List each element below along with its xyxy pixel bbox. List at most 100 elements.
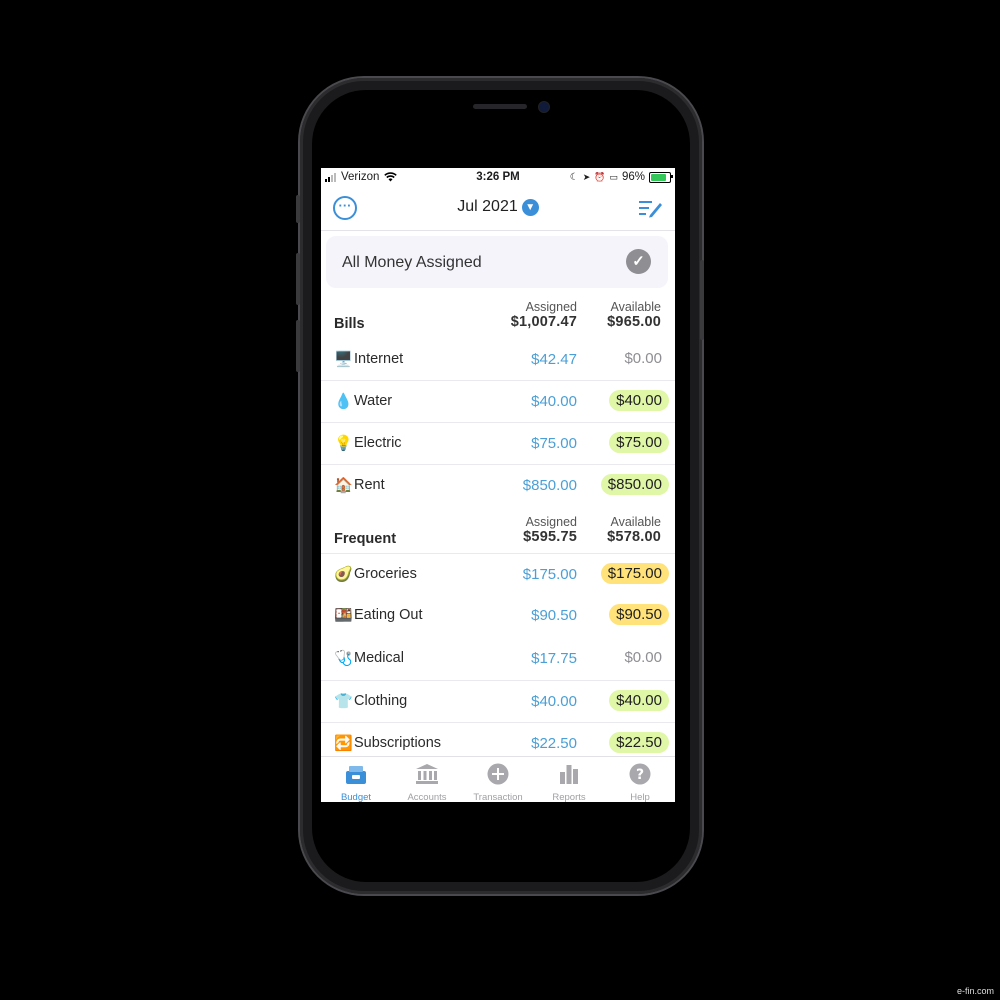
category-name: Electric: [354, 435, 402, 451]
tab-label: Accounts: [407, 792, 447, 802]
svg-text:?: ?: [636, 767, 644, 783]
tab-label: Transaction: [473, 792, 523, 802]
month-selector[interactable]: Jul 2021 ▼: [321, 198, 675, 216]
bar-chart-icon: [560, 765, 578, 784]
status-right: ☾ ➤ ⏰ ▭ 96%: [569, 171, 673, 183]
house-icon: 🏠: [334, 477, 353, 494]
available-amount: $40.00: [609, 690, 669, 711]
mute-switch: [296, 195, 300, 223]
tab-label: Budget: [340, 792, 372, 802]
earpiece-speaker: [473, 104, 527, 109]
shirt-icon: 👕: [334, 693, 353, 710]
group-available-total: Available $578.00: [607, 515, 661, 545]
category-row-eating-out[interactable]: 🍱 Eating Out $90.50 $90.50: [321, 595, 675, 637]
watermark: e-fin.com: [956, 986, 994, 996]
edit-list-icon[interactable]: [637, 198, 663, 218]
volume-up-button: [296, 253, 300, 305]
lightbulb-icon: 💡: [334, 435, 353, 452]
category-name: Groceries: [354, 566, 417, 582]
category-name: Internet: [354, 351, 404, 367]
available-total: $965.00: [607, 314, 661, 330]
power-button: [700, 260, 704, 340]
battery-icon: [649, 171, 673, 183]
tab-accounts[interactable]: Accounts: [392, 757, 462, 802]
status-bar: Verizon 3:26 PM ☾ ➤ ⏰ ▭ 96%: [321, 168, 675, 188]
assigned-amount[interactable]: $17.75: [531, 650, 577, 667]
checkmark-icon: ✓: [626, 249, 651, 274]
category-name: Eating Out: [354, 607, 423, 623]
assigned-amount[interactable]: $850.00: [523, 477, 577, 494]
droplet-icon: 💧: [334, 393, 353, 410]
plus-circle-icon: [487, 763, 509, 785]
group-assigned-total: Assigned $595.75: [523, 515, 577, 545]
group-title: Bills: [334, 316, 365, 332]
tab-label: Help: [630, 792, 650, 802]
battery-percent: 96%: [621, 171, 645, 183]
assigned-label: Assigned: [525, 300, 577, 314]
available-amount: $175.00: [600, 563, 669, 584]
bento-box-icon: 🍱: [334, 607, 353, 624]
tab-label: Reports: [552, 792, 586, 802]
app-screen: Verizon 3:26 PM ☾ ➤ ⏰ ▭ 96% ··· Jul 2021…: [321, 168, 675, 802]
assigned-amount[interactable]: $22.50: [531, 735, 577, 752]
tab-reports[interactable]: Reports: [534, 757, 604, 802]
category-name: Rent: [354, 477, 385, 493]
location-icon: ➤: [582, 171, 591, 182]
group-assigned-total: Assigned $1,007.47: [511, 300, 577, 330]
group-available-total: Available $965.00: [607, 300, 661, 330]
assigned-label: Assigned: [525, 515, 577, 529]
tab-budget[interactable]: Budget: [321, 757, 391, 802]
available-amount: $22.50: [609, 732, 669, 753]
category-name: Medical: [354, 650, 404, 666]
category-row-water[interactable]: 💧 Water $40.00 $40.00: [321, 380, 675, 423]
assigned-amount[interactable]: $175.00: [523, 566, 577, 583]
category-row-internet[interactable]: 🖥️ Internet $42.47 $0.00: [321, 339, 675, 381]
group-header-frequent[interactable]: Frequent Assigned $595.75 Available $578…: [321, 511, 675, 555]
category-row-rent[interactable]: 🏠 Rent $850.00 $850.00: [321, 464, 675, 507]
category-name: Subscriptions: [354, 735, 442, 751]
banner-text: All Money Assigned: [342, 254, 482, 271]
available-amount: $0.00: [624, 649, 662, 666]
moon-icon: ☾: [569, 171, 579, 183]
assigned-amount[interactable]: $40.00: [531, 693, 577, 710]
available-total: $578.00: [607, 529, 661, 545]
computer-icon: 🖥️: [334, 351, 353, 368]
assigned-total: $595.75: [523, 529, 577, 545]
available-amount: $850.00: [600, 474, 669, 495]
assigned-amount[interactable]: $40.00: [531, 393, 577, 410]
volume-down-button: [296, 320, 300, 372]
money-assigned-banner[interactable]: All Money Assigned ✓: [326, 236, 668, 288]
category-name: Water: [354, 393, 393, 409]
month-label: Jul 2021: [457, 198, 518, 215]
group-header-bills[interactable]: Bills Assigned $1,007.47 Available $965.…: [321, 296, 675, 340]
tab-help[interactable]: ? Help: [605, 757, 675, 802]
avocado-icon: 🥑: [334, 566, 353, 583]
budget-icon: [346, 766, 366, 784]
group-title: Frequent: [334, 531, 397, 547]
assigned-amount[interactable]: $75.00: [531, 435, 577, 452]
category-row-medical[interactable]: 🩺 Medical $17.75 $0.00: [321, 638, 675, 680]
screen-mirror-icon: ▭: [609, 171, 618, 182]
category-row-clothing[interactable]: 👕 Clothing $40.00 $40.00: [321, 680, 675, 723]
category-row-electric[interactable]: 💡 Electric $75.00 $75.00: [321, 422, 675, 465]
available-amount: $40.00: [609, 390, 669, 411]
alarm-icon: ⏰: [594, 171, 606, 182]
tab-bar: Budget Accounts Transaction Reports ? He…: [321, 756, 675, 802]
assigned-amount[interactable]: $42.47: [531, 351, 577, 368]
available-label: Available: [610, 515, 661, 529]
bank-icon: [416, 764, 438, 784]
available-amount: $0.00: [624, 350, 662, 367]
nav-bar: ··· Jul 2021 ▼: [321, 188, 675, 231]
help-icon: ?: [629, 763, 651, 785]
available-amount: $90.50: [609, 604, 669, 625]
assigned-total: $1,007.47: [510, 314, 577, 330]
stethoscope-icon: 🩺: [334, 650, 353, 667]
assigned-amount[interactable]: $90.50: [531, 607, 577, 624]
category-row-groceries[interactable]: 🥑 Groceries $175.00 $175.00: [321, 553, 675, 596]
chevron-down-icon: ▼: [521, 199, 539, 216]
tab-transaction[interactable]: Transaction: [463, 757, 533, 802]
category-name: Clothing: [354, 693, 408, 709]
available-label: Available: [610, 300, 661, 314]
available-amount: $75.00: [609, 432, 669, 453]
repeat-icon: 🔁: [334, 735, 353, 752]
